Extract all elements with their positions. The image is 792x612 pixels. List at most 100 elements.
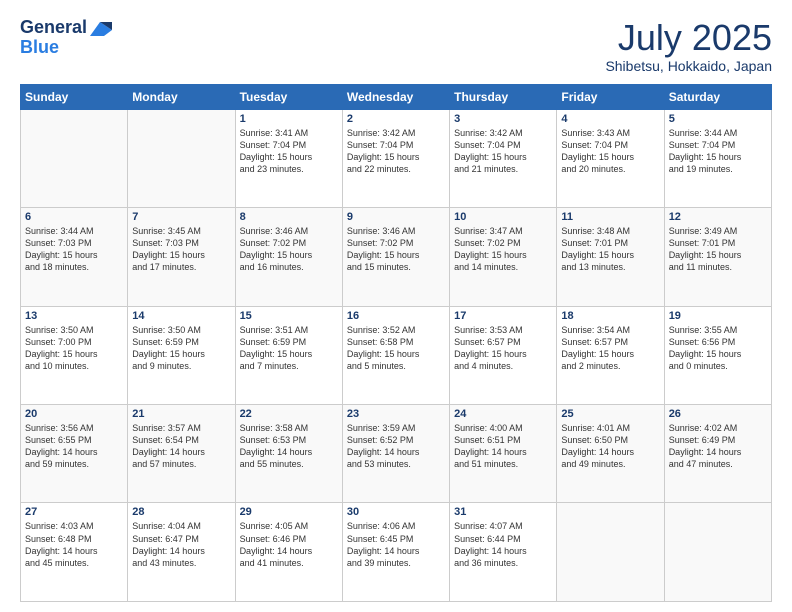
- day-info: Sunrise: 3:57 AM Sunset: 6:54 PM Dayligh…: [132, 422, 230, 471]
- table-row: 12Sunrise: 3:49 AM Sunset: 7:01 PM Dayli…: [664, 208, 771, 306]
- table-row: 8 Sunrise: 3:46 AM Sunset: 7:02 PM Daylig…: [235, 208, 342, 306]
- calendar-week-row: 13 Sunrise: 3:50 AM Sunset: 7:00 PM Dayli…: [21, 306, 772, 404]
- table-row: 19 Sunrise: 3:55 AM Sunset: 6:56 PM Dayli…: [664, 306, 771, 404]
- header-monday: Monday: [128, 84, 235, 109]
- table-row: 23Sunrise: 3:59 AM Sunset: 6:52 PM Dayli…: [342, 405, 449, 503]
- day-info: Sunrise: 3:50 AM Sunset: 6:59 PM Dayligh…: [132, 324, 230, 373]
- header-sunday: Sunday: [21, 84, 128, 109]
- day-info: Sunrise: 3:42 AM Sunset: 7:04 PM Dayligh…: [347, 127, 445, 176]
- day-number: 17: [454, 310, 552, 322]
- day-number: 8: [240, 211, 338, 223]
- day-info: Sunrise: 3:50 AM Sunset: 7:00 PM Dayligh…: [25, 324, 123, 373]
- table-row: 1 Sunrise: 3:41 AM Sunset: 7:04 PM Daylig…: [235, 109, 342, 207]
- table-row: 25Sunrise: 4:01 AM Sunset: 6:50 PM Dayli…: [557, 405, 664, 503]
- day-number: 18: [561, 310, 659, 322]
- table-row: 11Sunrise: 3:48 AM Sunset: 7:01 PM Dayli…: [557, 208, 664, 306]
- table-row: 10 Sunrise: 3:47 AM Sunset: 7:02 PM Dayli…: [450, 208, 557, 306]
- table-row: 6Sunrise: 3:44 AM Sunset: 7:03 PM Daylig…: [21, 208, 128, 306]
- day-info: Sunrise: 3:51 AM Sunset: 6:59 PM Dayligh…: [240, 324, 338, 373]
- table-row: 17 Sunrise: 3:53 AM Sunset: 6:57 PM Dayli…: [450, 306, 557, 404]
- table-row: 29 Sunrise: 4:05 AM Sunset: 6:46 PM Dayli…: [235, 503, 342, 602]
- table-row: [557, 503, 664, 602]
- day-info: Sunrise: 4:03 AM Sunset: 6:48 PM Dayligh…: [25, 520, 123, 569]
- page: General Blue July 2025 Shibetsu, Hokkaid…: [0, 0, 792, 612]
- table-row: 18 Sunrise: 3:54 AM Sunset: 6:57 PM Dayli…: [557, 306, 664, 404]
- calendar-week-row: 6Sunrise: 3:44 AM Sunset: 7:03 PM Daylig…: [21, 208, 772, 306]
- day-number: 29: [240, 506, 338, 518]
- table-row: 16 Sunrise: 3:52 AM Sunset: 6:58 PM Dayli…: [342, 306, 449, 404]
- day-info: Sunrise: 3:55 AM Sunset: 6:56 PM Dayligh…: [669, 324, 767, 373]
- day-number: 13: [25, 310, 123, 322]
- day-number: 1: [240, 113, 338, 125]
- day-number: 30: [347, 506, 445, 518]
- title-area: July 2025 Shibetsu, Hokkaido, Japan: [605, 18, 772, 74]
- day-info: Sunrise: 3:58 AM Sunset: 6:53 PM Dayligh…: [240, 422, 338, 471]
- day-info: Sunrise: 3:41 AM Sunset: 7:04 PM Dayligh…: [240, 127, 338, 176]
- table-row: 9Sunrise: 3:46 AM Sunset: 7:02 PM Daylig…: [342, 208, 449, 306]
- day-number: 4: [561, 113, 659, 125]
- header-saturday: Saturday: [664, 84, 771, 109]
- day-number: 22: [240, 408, 338, 420]
- table-row: 5 Sunrise: 3:44 AM Sunset: 7:04 PM Daylig…: [664, 109, 771, 207]
- day-info: Sunrise: 4:00 AM Sunset: 6:51 PM Dayligh…: [454, 422, 552, 471]
- table-row: [664, 503, 771, 602]
- day-info: Sunrise: 3:44 AM Sunset: 7:03 PM Dayligh…: [25, 225, 123, 274]
- calendar-week-row: 20 Sunrise: 3:56 AM Sunset: 6:55 PM Dayli…: [21, 405, 772, 503]
- logo-text-blue: Blue: [20, 38, 59, 58]
- day-info: Sunrise: 3:42 AM Sunset: 7:04 PM Dayligh…: [454, 127, 552, 176]
- table-row: 31 Sunrise: 4:07 AM Sunset: 6:44 PM Dayli…: [450, 503, 557, 602]
- header-tuesday: Tuesday: [235, 84, 342, 109]
- table-row: [128, 109, 235, 207]
- logo-text-general: General: [20, 18, 87, 38]
- day-number: 15: [240, 310, 338, 322]
- day-number: 11: [561, 211, 659, 223]
- day-number: 27: [25, 506, 123, 518]
- day-number: 20: [25, 408, 123, 420]
- weekday-header-row: Sunday Monday Tuesday Wednesday Thursday…: [21, 84, 772, 109]
- day-number: 10: [454, 211, 552, 223]
- day-info: Sunrise: 4:05 AM Sunset: 6:46 PM Dayligh…: [240, 520, 338, 569]
- table-row: 7Sunrise: 3:45 AM Sunset: 7:03 PM Daylig…: [128, 208, 235, 306]
- day-info: Sunrise: 4:06 AM Sunset: 6:45 PM Dayligh…: [347, 520, 445, 569]
- day-info: Sunrise: 4:04 AM Sunset: 6:47 PM Dayligh…: [132, 520, 230, 569]
- table-row: 15 Sunrise: 3:51 AM Sunset: 6:59 PM Dayli…: [235, 306, 342, 404]
- calendar-week-row: 1 Sunrise: 3:41 AM Sunset: 7:04 PM Daylig…: [21, 109, 772, 207]
- month-title: July 2025: [605, 18, 772, 58]
- day-info: Sunrise: 3:44 AM Sunset: 7:04 PM Dayligh…: [669, 127, 767, 176]
- day-number: 24: [454, 408, 552, 420]
- day-info: Sunrise: 3:47 AM Sunset: 7:02 PM Dayligh…: [454, 225, 552, 274]
- table-row: 30 Sunrise: 4:06 AM Sunset: 6:45 PM Dayli…: [342, 503, 449, 602]
- table-row: 24 Sunrise: 4:00 AM Sunset: 6:51 PM Dayli…: [450, 405, 557, 503]
- day-number: 7: [132, 211, 230, 223]
- day-info: Sunrise: 3:54 AM Sunset: 6:57 PM Dayligh…: [561, 324, 659, 373]
- table-row: 27 Sunrise: 4:03 AM Sunset: 6:48 PM Dayli…: [21, 503, 128, 602]
- day-info: Sunrise: 3:49 AM Sunset: 7:01 PM Dayligh…: [669, 225, 767, 274]
- day-number: 19: [669, 310, 767, 322]
- table-row: 21 Sunrise: 3:57 AM Sunset: 6:54 PM Dayli…: [128, 405, 235, 503]
- day-number: 5: [669, 113, 767, 125]
- day-info: Sunrise: 3:43 AM Sunset: 7:04 PM Dayligh…: [561, 127, 659, 176]
- day-number: 2: [347, 113, 445, 125]
- header-wednesday: Wednesday: [342, 84, 449, 109]
- day-number: 21: [132, 408, 230, 420]
- logo-general: General: [20, 17, 87, 37]
- day-info: Sunrise: 3:53 AM Sunset: 6:57 PM Dayligh…: [454, 324, 552, 373]
- location-subtitle: Shibetsu, Hokkaido, Japan: [605, 58, 772, 74]
- day-number: 28: [132, 506, 230, 518]
- table-row: 13 Sunrise: 3:50 AM Sunset: 7:00 PM Dayli…: [21, 306, 128, 404]
- day-number: 16: [347, 310, 445, 322]
- day-info: Sunrise: 3:56 AM Sunset: 6:55 PM Dayligh…: [25, 422, 123, 471]
- logo: General Blue: [20, 18, 112, 58]
- header-friday: Friday: [557, 84, 664, 109]
- day-number: 3: [454, 113, 552, 125]
- day-info: Sunrise: 4:01 AM Sunset: 6:50 PM Dayligh…: [561, 422, 659, 471]
- day-info: Sunrise: 3:46 AM Sunset: 7:02 PM Dayligh…: [347, 225, 445, 274]
- table-row: 2 Sunrise: 3:42 AM Sunset: 7:04 PM Daylig…: [342, 109, 449, 207]
- day-info: Sunrise: 3:46 AM Sunset: 7:02 PM Dayligh…: [240, 225, 338, 274]
- day-info: Sunrise: 3:59 AM Sunset: 6:52 PM Dayligh…: [347, 422, 445, 471]
- logo-icon: [90, 22, 112, 36]
- table-row: 3 Sunrise: 3:42 AM Sunset: 7:04 PM Daylig…: [450, 109, 557, 207]
- day-info: Sunrise: 3:52 AM Sunset: 6:58 PM Dayligh…: [347, 324, 445, 373]
- day-number: 31: [454, 506, 552, 518]
- day-info: Sunrise: 4:07 AM Sunset: 6:44 PM Dayligh…: [454, 520, 552, 569]
